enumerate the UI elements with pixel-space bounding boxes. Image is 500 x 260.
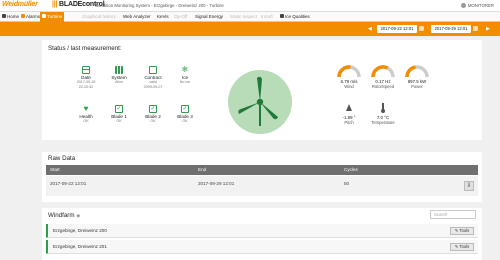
thermometer-icon [381, 103, 385, 113]
date-from-input[interactable]: 2017-09-22 12:01 [377, 25, 417, 33]
nav-static-inspect: Static Inspect [230, 14, 258, 19]
turbine-status-graphic [228, 70, 292, 134]
date-to-input[interactable]: 2017-09-29 12:01 [431, 25, 471, 33]
tile-system: System Alive [104, 66, 134, 85]
snowflake-icon [280, 14, 284, 18]
cell-end: 2017-09-29 12:01 [198, 181, 235, 186]
prev-arrow-icon[interactable]: ◀ [368, 25, 372, 33]
raw-data-panel: Raw Data Start End Cycles 2017-09-22 12:… [42, 152, 482, 202]
nav-turbine[interactable]: Turbine [40, 12, 65, 22]
turbine-icon [42, 14, 46, 18]
gauge-arc [405, 65, 429, 78]
column-start: Start [50, 167, 60, 172]
user-menu[interactable]: MONITORER [460, 3, 494, 8]
blade-icon: ✓ [181, 105, 189, 113]
calendar-icon [82, 66, 90, 74]
download-icon[interactable]: ⇩ [464, 181, 474, 191]
calendar-to-icon[interactable]: ▦ [472, 25, 479, 33]
date-range-bar: ◀ 2017-09-22 12:01 ▦ 2017-09-29 12:01 ▦ … [0, 22, 500, 36]
column-end: End [198, 167, 207, 172]
pitch-icon [346, 104, 352, 111]
blade-icon: ✓ [149, 105, 157, 113]
windfarm-title: Windfarm ◉ [48, 212, 81, 219]
user-avatar-icon [460, 3, 466, 8]
page-title: Condition Monitoring System - Erzgebirge… [95, 3, 224, 8]
next-arrow-icon[interactable]: ▶ [486, 25, 490, 33]
status-title: Status / last measurement: [48, 45, 122, 52]
readout-pitch: -1.89 ° Pitch [334, 102, 364, 125]
snowflake-icon: ❄ [181, 65, 189, 74]
table-row[interactable]: 2017-09-22 12:01 2017-09-29 12:01 50 ⇩ [46, 176, 478, 196]
nav-web-analyzer[interactable]: Web Analyzer [121, 12, 153, 22]
nav-insoft: InSoft [261, 14, 273, 19]
list-item[interactable]: Erzgebirge, Dreiweinz 200 ✎ Tools [46, 224, 478, 238]
search-input[interactable]: Search [430, 210, 476, 219]
tile-blade-2: ✓ Blade 2 OK [145, 105, 161, 123]
cell-start: 2017-09-22 12:01 [50, 181, 87, 186]
tile-ice: ❄ Ice No ice [179, 65, 191, 85]
nav-kevis[interactable]: KeVis [155, 12, 171, 22]
gauge-power: 897.5 kW Power [402, 64, 432, 89]
nav-ice-qualities[interactable]: Ice Qualities [278, 12, 312, 22]
gauge-arc [337, 65, 361, 78]
tile-health: ♥ Health OK [79, 104, 93, 124]
nav-home[interactable]: Home [0, 12, 21, 22]
system-icon [115, 66, 123, 74]
tools-button[interactable]: ✎ Tools [450, 227, 474, 235]
heart-icon: ♥ [83, 104, 89, 113]
tools-button[interactable]: ✎ Tools [450, 243, 474, 251]
list-item[interactable]: Erzgebirge, Dreiweinz 201 ✎ Tools [46, 240, 478, 254]
eye-icon[interactable]: ◉ [76, 213, 80, 218]
blade-icon: ✓ [115, 105, 123, 113]
tile-contract: Contract valid 2099-09-07 [138, 66, 168, 90]
nav-signal-energy[interactable]: Signal Energy [193, 12, 225, 22]
gauge-rotor-speed: 0.17 Hz RotorSpeed [368, 64, 398, 89]
brand-logo-weidmueller: Weidmüller [2, 1, 38, 8]
main-nav: Home Alarms Turbine Graphical history We… [0, 12, 500, 22]
readout-temperature: 7.0 °C Temperature [368, 102, 398, 125]
raw-data-title: Raw Data [48, 155, 76, 162]
windfarm-panel: Windfarm ◉ Search Erzgebirge, Dreiweinz … [42, 208, 482, 260]
column-cycles: Cycles [344, 167, 358, 172]
nav-op-off: Op-Off [174, 14, 188, 19]
calendar-from-icon[interactable]: ▦ [418, 25, 425, 33]
bell-icon [21, 14, 25, 18]
home-icon [2, 14, 6, 18]
tile-blade-1: ✓ Blade 1 OK [111, 105, 127, 123]
handshake-icon [149, 66, 157, 74]
cell-cycles: 50 [344, 181, 350, 186]
turbine-name[interactable]: Erzgebirge, Dreiweinz 201 [53, 244, 107, 249]
app-header: Weidmüller ||| BLADEcontrol Condition Mo… [0, 0, 500, 12]
gauge-wind: 6.79 m/s Wind [334, 64, 364, 89]
nav-graphical-history: Graphical history [82, 14, 116, 19]
turbine-icon [238, 76, 278, 126]
nav-alarms[interactable]: Alarms [19, 12, 42, 22]
table-header: Start End Cycles [46, 165, 478, 175]
turbine-name[interactable]: Erzgebirge, Dreiweinz 200 [53, 228, 107, 233]
gauge-arc [371, 65, 395, 78]
tile-blade-3: ✓ Blade 3 OK [177, 105, 193, 123]
tile-date: Date 2017-09-28 22:20:52 [71, 66, 101, 90]
